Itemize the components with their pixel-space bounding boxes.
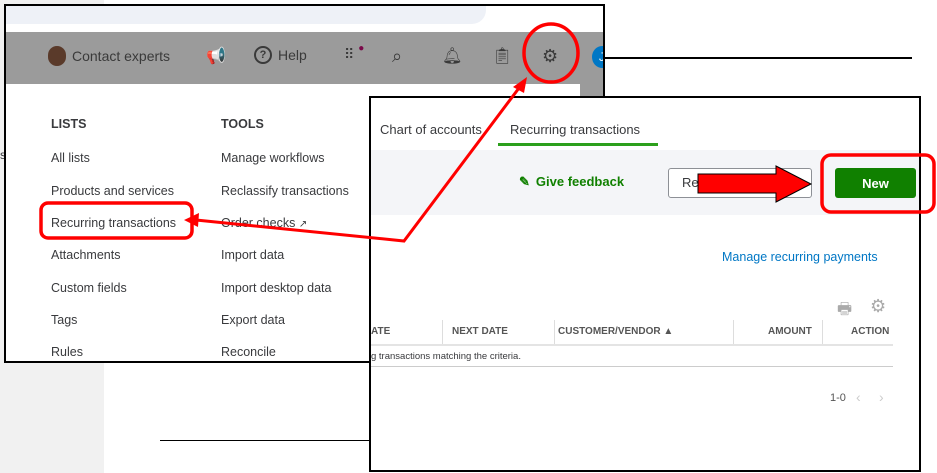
gear-highlight-circle	[522, 22, 580, 84]
connector-arrow-line	[195, 83, 524, 243]
recurring-highlight-box	[39, 201, 194, 240]
arrowhead-up	[513, 77, 527, 93]
new-button-highlight-box	[820, 153, 936, 214]
annotation-overlay	[39, 22, 936, 243]
red-pointer-arrow	[697, 165, 813, 203]
